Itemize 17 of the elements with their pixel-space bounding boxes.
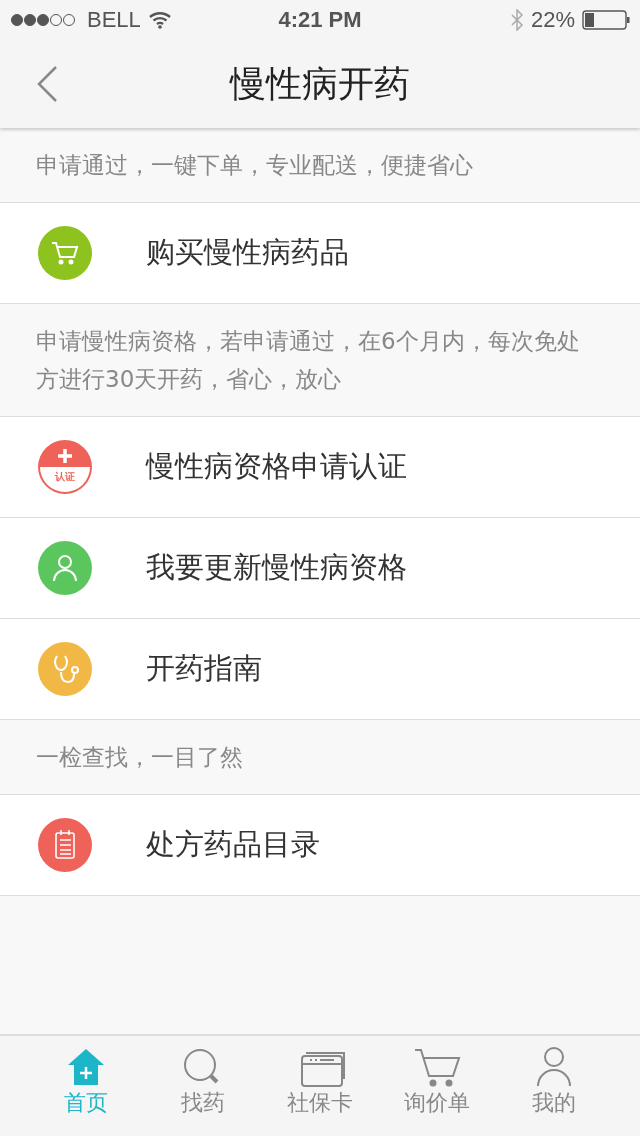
menu-item[interactable]: 我要更新慢性病资格 bbox=[0, 518, 640, 619]
section-note: 申请慢性病资格，若申请通过，在6个月内，每次免处方进行30天开药，省心，放心 bbox=[36, 328, 580, 392]
menu-item[interactable]: 开药指南 bbox=[0, 619, 640, 720]
page-title: 慢性病开药 bbox=[230, 61, 410, 106]
battery-icon bbox=[582, 10, 630, 30]
menu-item[interactable]: 购买慢性病药品 bbox=[0, 203, 640, 304]
section-note: 一检查找，一目了然 bbox=[36, 744, 243, 770]
section-note: 申请通过，一键下单，专业配送，便捷省心 bbox=[36, 152, 473, 178]
carrier-name: BELL bbox=[87, 7, 141, 33]
menu-item[interactable]: 认证 慢性病资格申请认证 bbox=[0, 417, 640, 518]
cert-icon: 认证 bbox=[38, 440, 92, 494]
status-time: 4:21 PM bbox=[278, 7, 362, 33]
battery-percent: 22% bbox=[530, 7, 575, 33]
menu-item[interactable]: 处方药品目录 bbox=[0, 795, 640, 896]
back-icon[interactable] bbox=[36, 66, 58, 102]
bluetooth-icon bbox=[509, 9, 524, 31]
wifi-icon bbox=[147, 11, 172, 29]
